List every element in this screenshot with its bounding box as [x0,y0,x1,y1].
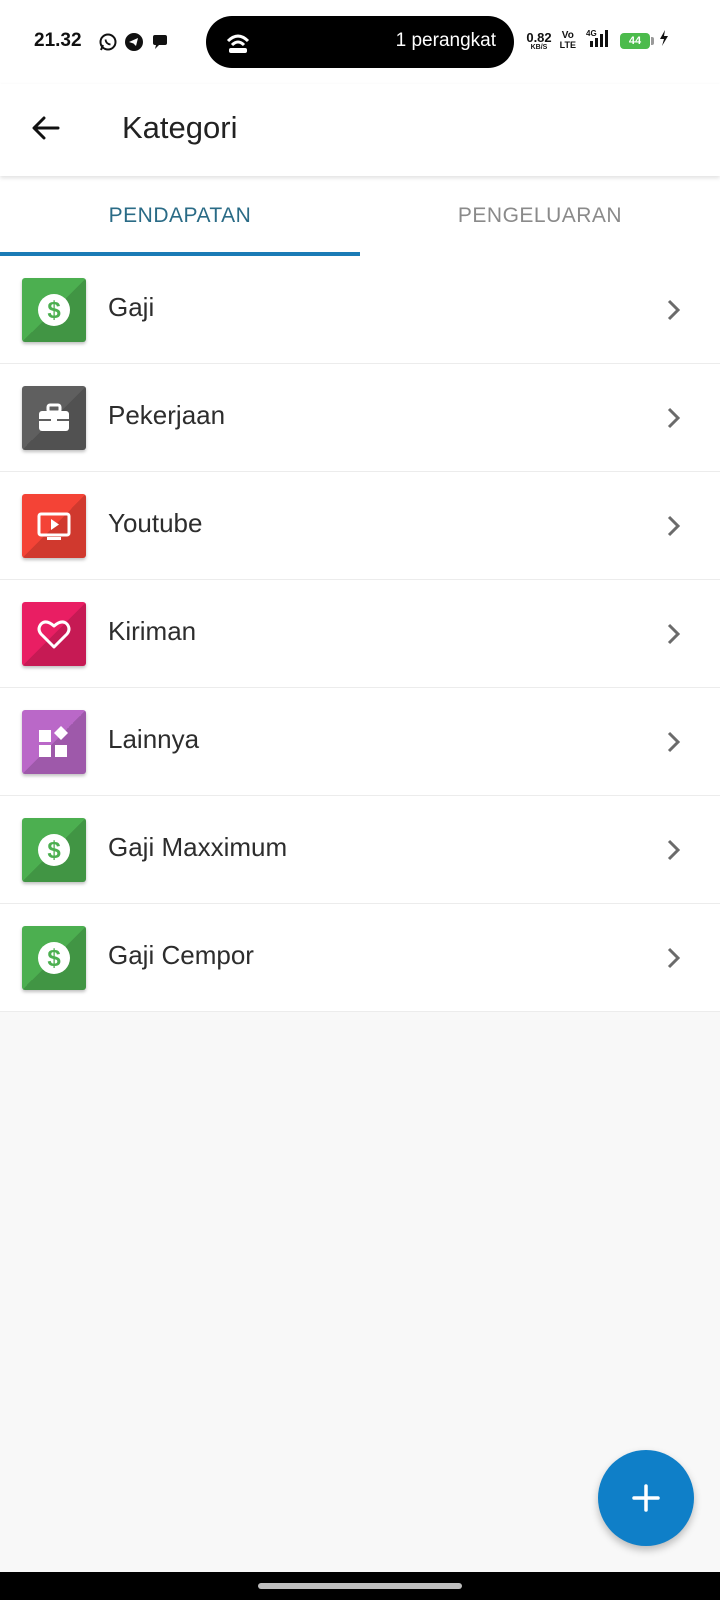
charging-icon [658,29,670,52]
dollar-icon: $ [38,294,70,326]
whatsapp-icon [98,32,118,52]
signal-icon: 4G [584,28,612,53]
chevron-right-icon [667,947,681,969]
category-tile [22,710,86,774]
home-indicator[interactable] [258,1583,462,1589]
add-category-button[interactable] [598,1450,694,1546]
list-item-label: Lainnya [108,724,200,754]
list-item[interactable]: Pekerjaan [0,364,720,472]
hotspot-icon [224,29,252,55]
tab-pengeluaran[interactable]: PENGELUARAN [360,176,720,256]
list-item[interactable]: $ Gaji [0,256,720,364]
category-tile: $ [22,818,86,882]
category-tile: $ [22,926,86,990]
chevron-right-icon [667,731,681,753]
list-item[interactable]: Lainnya [0,688,720,796]
page-title: Kategori [122,110,238,145]
list-item-label: Pekerjaan [108,400,226,430]
hotspot-pill[interactable]: 1 perangkat [206,16,514,68]
svg-text:$: $ [47,837,61,864]
chevron-right-icon [667,515,681,537]
network-type: 4G [586,29,597,38]
briefcase-icon [39,403,69,431]
chevron-right-icon [667,839,681,861]
chevron-right-icon [667,407,681,429]
plus-icon [632,1484,660,1512]
list-item-label: Youtube [108,508,203,538]
chat-bubble-icon [150,32,170,52]
arrow-left-icon [32,116,60,140]
widgets-icon [39,726,68,757]
category-tile [22,494,86,558]
navigation-bar [0,1572,720,1600]
net-speed-unit: KB/S [530,43,548,51]
svg-text:$: $ [47,945,61,972]
status-bar: 21.32 1 perangkat 0.82 KB/S Vo LTE 4G 44 [0,0,720,84]
category-tabs: PENDAPATAN PENGELUARAN [0,176,720,256]
back-button[interactable] [26,108,66,148]
system-icons: 0.82 KB/S Vo LTE 4G 44 [526,28,670,53]
list-item-label: Gaji Maxximum [108,832,288,862]
list-item[interactable]: $ Gaji Cempor [0,904,720,1012]
category-tile [22,386,86,450]
category-tile [22,602,86,666]
chevron-right-icon [667,299,681,321]
dollar-icon: $ [38,942,70,974]
heart-icon [37,620,71,649]
telegram-icon [124,32,144,52]
list-item[interactable]: Youtube [0,472,720,580]
app-bar: Kategori [0,84,720,176]
hotspot-text: 1 perangkat [395,30,496,51]
list-item-label: Kiriman [108,616,197,646]
list-item-label: Gaji Cempor [108,940,254,970]
volte-indicator: Vo LTE [560,31,576,50]
tab-pendapatan[interactable]: PENDAPATAN [0,176,360,256]
list-item-label: Gaji [108,292,155,322]
volte-bottom: LTE [559,40,576,50]
notification-icons [98,32,170,52]
svg-text:$: $ [47,297,61,324]
category-tile: $ [22,278,86,342]
battery-icon: 44 [620,32,654,49]
status-time: 21.32 [34,30,82,51]
chevron-right-icon [667,623,681,645]
list-item[interactable]: Kiriman [0,580,720,688]
play-screen-icon [37,512,71,540]
net-speed: 0.82 KB/S [526,31,551,51]
dollar-icon: $ [38,834,70,866]
net-speed-value: 0.82 [526,29,552,45]
list-item[interactable]: $ Gaji Maxximum [0,796,720,904]
category-list: $ Gaji Pekerjaan Youtube Kiriman Lainnya… [0,256,720,1012]
